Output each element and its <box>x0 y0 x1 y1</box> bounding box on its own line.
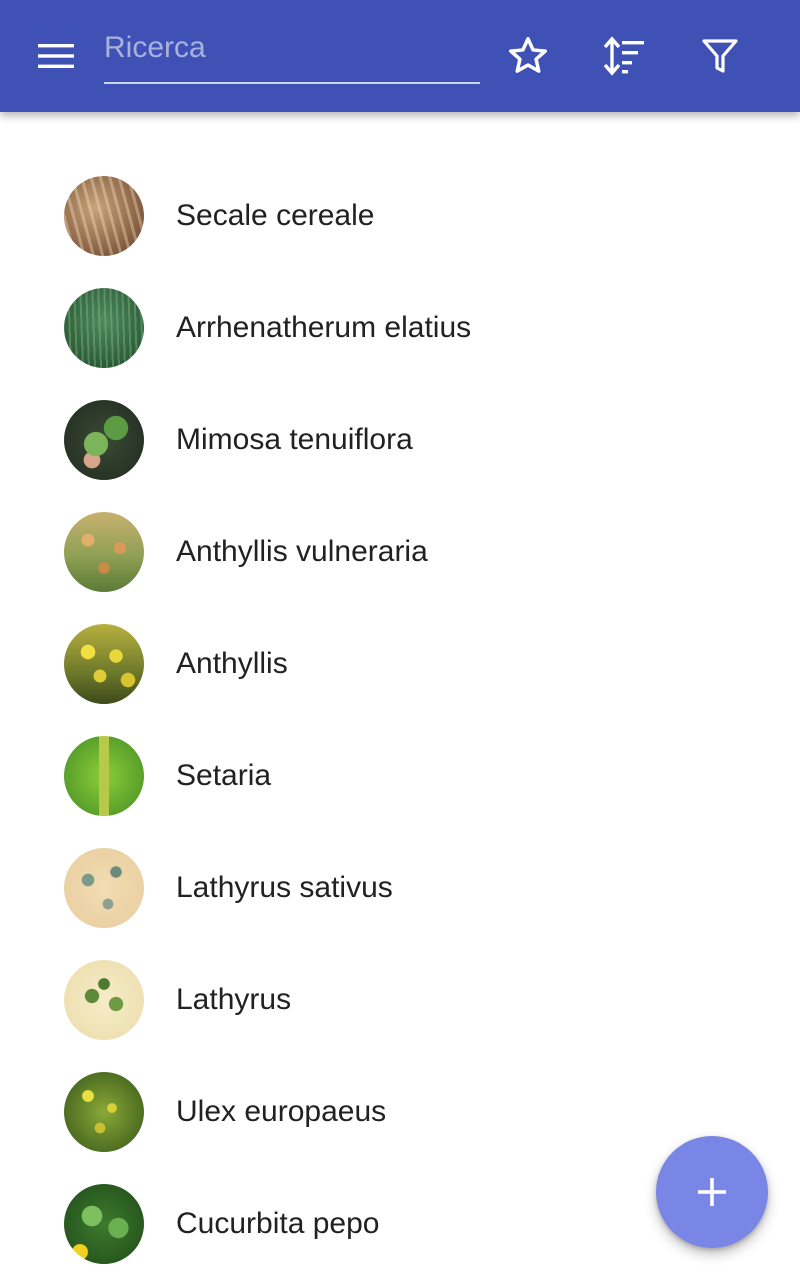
plant-list-item[interactable]: Setaria <box>0 720 800 832</box>
plus-icon <box>698 1178 726 1206</box>
plant-name: Mimosa tenuiflora <box>176 423 413 456</box>
filter-button[interactable] <box>688 24 752 88</box>
sort-button[interactable] <box>592 24 656 88</box>
plant-name: Secale cereale <box>176 199 375 232</box>
plant-thumbnail <box>64 736 144 816</box>
plant-thumbnail <box>64 848 144 928</box>
search-field <box>104 24 480 84</box>
plant-thumbnail <box>64 512 144 592</box>
plant-name: Cucurbita pepo <box>176 1207 380 1240</box>
plant-thumbnail <box>64 288 144 368</box>
star-outline-icon <box>508 37 548 73</box>
plant-thumbnail <box>64 176 144 256</box>
add-plant-button[interactable] <box>656 1136 768 1248</box>
plant-list-item[interactable]: Lathyrus <box>0 944 800 1056</box>
search-input[interactable] <box>104 24 480 72</box>
plant-list-item[interactable]: Anthyllis <box>0 608 800 720</box>
filter-icon <box>702 39 738 73</box>
menu-icon <box>38 44 74 68</box>
plant-list-item[interactable]: Anthyllis vulneraria <box>0 496 800 608</box>
plant-list: Secale cereale Arrhenatherum elatius Mim… <box>0 160 800 1280</box>
sort-icon <box>603 36 644 76</box>
plant-list-item[interactable]: Lathyrus sativus <box>0 832 800 944</box>
menu-button[interactable] <box>24 24 88 88</box>
plant-list-item[interactable]: Secale cereale <box>0 160 800 272</box>
plant-thumbnail <box>64 1184 144 1264</box>
plant-list-item[interactable]: Arrhenatherum elatius <box>0 272 800 384</box>
plant-thumbnail <box>64 1072 144 1152</box>
plant-name: Arrhenatherum elatius <box>176 311 472 344</box>
plant-name: Anthyllis vulneraria <box>176 535 428 568</box>
favorites-button[interactable] <box>496 24 560 88</box>
plant-name: Ulex europaeus <box>176 1095 387 1128</box>
plant-thumbnail <box>64 624 144 704</box>
plant-thumbnail <box>64 960 144 1040</box>
app-toolbar <box>0 0 800 112</box>
plant-name: Anthyllis <box>176 647 288 680</box>
plant-name: Lathyrus <box>176 983 292 1016</box>
plant-name: Lathyrus sativus <box>176 871 393 904</box>
plant-thumbnail <box>64 400 144 480</box>
plant-list-screen: Secale cereale Arrhenatherum elatius Mim… <box>0 0 800 1280</box>
plant-name: Setaria <box>176 759 272 792</box>
plant-list-item[interactable]: Mimosa tenuiflora <box>0 384 800 496</box>
